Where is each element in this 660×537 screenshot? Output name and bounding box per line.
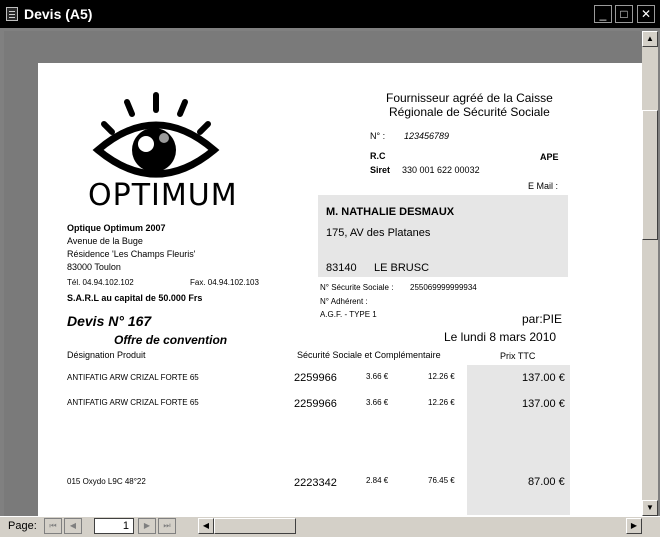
number-value: 123456789 (404, 131, 450, 141)
row-complementary: 12.26 € (428, 398, 455, 407)
siret-value: 330 001 622 00032 (402, 165, 480, 175)
window-title: Devis (A5) (24, 6, 93, 22)
row-price: 137.00 € (522, 398, 565, 410)
secu-value: 255069999999934 (410, 283, 477, 292)
row-price: 87.00 € (528, 476, 565, 488)
row-code: 2259966 (294, 372, 337, 384)
company-name: Optique Optimum 2007 (67, 223, 166, 233)
row-complementary: 12.26 € (428, 372, 455, 381)
quote-title: Devis N° 167 (67, 313, 152, 329)
secu-label: N° Sécurite Sociale : (320, 283, 394, 292)
header-designation: Désignation Produit (67, 350, 146, 360)
row-code: 2259966 (294, 398, 337, 410)
customer-address: 175, AV des Platanes (326, 227, 431, 239)
row-secu: 3.66 € (366, 372, 389, 381)
customer-postcode: 83140 (326, 262, 357, 274)
row-secu: 3.66 € (366, 398, 389, 407)
adherent-label: N° Adhérent : (320, 297, 368, 306)
page-number-input[interactable]: 1 (94, 518, 134, 534)
header-secu: Sécurité Sociale et Complémentaire (297, 350, 441, 360)
company-address-2: Résidence 'Les Champs Fleuris' (67, 249, 196, 259)
siret-label: Siret (370, 165, 391, 175)
email-label: E Mail : (528, 181, 559, 191)
report-icon (6, 7, 18, 21)
supplier-line-2: Régionale de Sécurité Sociale (389, 105, 550, 119)
company-phone: Tél. 04.94.102.102 (67, 278, 134, 287)
last-page-icon[interactable]: ⏭ (158, 518, 176, 534)
scroll-down-icon[interactable]: ▼ (642, 500, 658, 516)
price-column-shade (467, 365, 570, 515)
horizontal-scroll-thumb[interactable] (214, 518, 296, 534)
maximize-button[interactable]: □ (615, 5, 633, 23)
company-capital: S.A.R.L au capital de 50.000 Frs (67, 293, 203, 303)
quote-subtitle: Offre de convention (114, 333, 228, 347)
row-designation: ANTIFATIG ARW CRIZAL FORTE 65 (67, 398, 199, 407)
row-price: 137.00 € (522, 372, 565, 384)
scroll-up-icon[interactable]: ▲ (642, 31, 658, 47)
prev-page-icon[interactable]: ◀ (64, 518, 82, 534)
customer-name: M. NATHALIE DESMAUX (326, 206, 455, 218)
page-label: Page: (8, 520, 37, 532)
company-address-1: Avenue de la Buge (67, 236, 143, 246)
scroll-left-icon[interactable]: ◀ (198, 518, 214, 534)
row-code: 2223342 (294, 477, 337, 489)
first-page-icon[interactable]: ⏮ (44, 518, 62, 534)
number-label: N° : (370, 131, 386, 141)
row-complementary: 76.45 € (428, 476, 455, 485)
company-city: 83000 Toulon (67, 262, 121, 272)
supplier-line-1: Fournisseur agréé de la Caisse (386, 91, 553, 105)
row-designation: ANTIFATIG ARW CRIZAL FORTE 65 (67, 373, 199, 382)
title-bar (0, 0, 660, 28)
minimize-button[interactable]: _ (594, 5, 612, 23)
next-page-icon[interactable]: ▶ (138, 518, 156, 534)
row-designation: 015 Oxydo L9C 48°22 (67, 477, 146, 486)
vertical-scrollbar[interactable] (642, 31, 658, 516)
ape-label: APE (540, 152, 559, 162)
close-button[interactable]: ✕ (637, 5, 655, 23)
header-price: Prix TTC (500, 351, 536, 361)
eye-logo (92, 92, 220, 178)
logo-text: OPTIMUM (88, 178, 238, 213)
quote-author: par:PIE (522, 312, 563, 326)
vertical-scroll-thumb[interactable] (642, 110, 658, 240)
scroll-right-icon[interactable]: ▶ (626, 518, 642, 534)
row-secu: 2.84 € (366, 476, 389, 485)
agf-text: A.G.F. - TYPE 1 (320, 310, 377, 319)
rc-label: R.C (370, 151, 386, 161)
customer-city: LE BRUSC (374, 262, 430, 274)
quote-date: Le lundi 8 mars 2010 (444, 330, 557, 344)
company-fax: Fax. 04.94.102.103 (190, 278, 259, 287)
